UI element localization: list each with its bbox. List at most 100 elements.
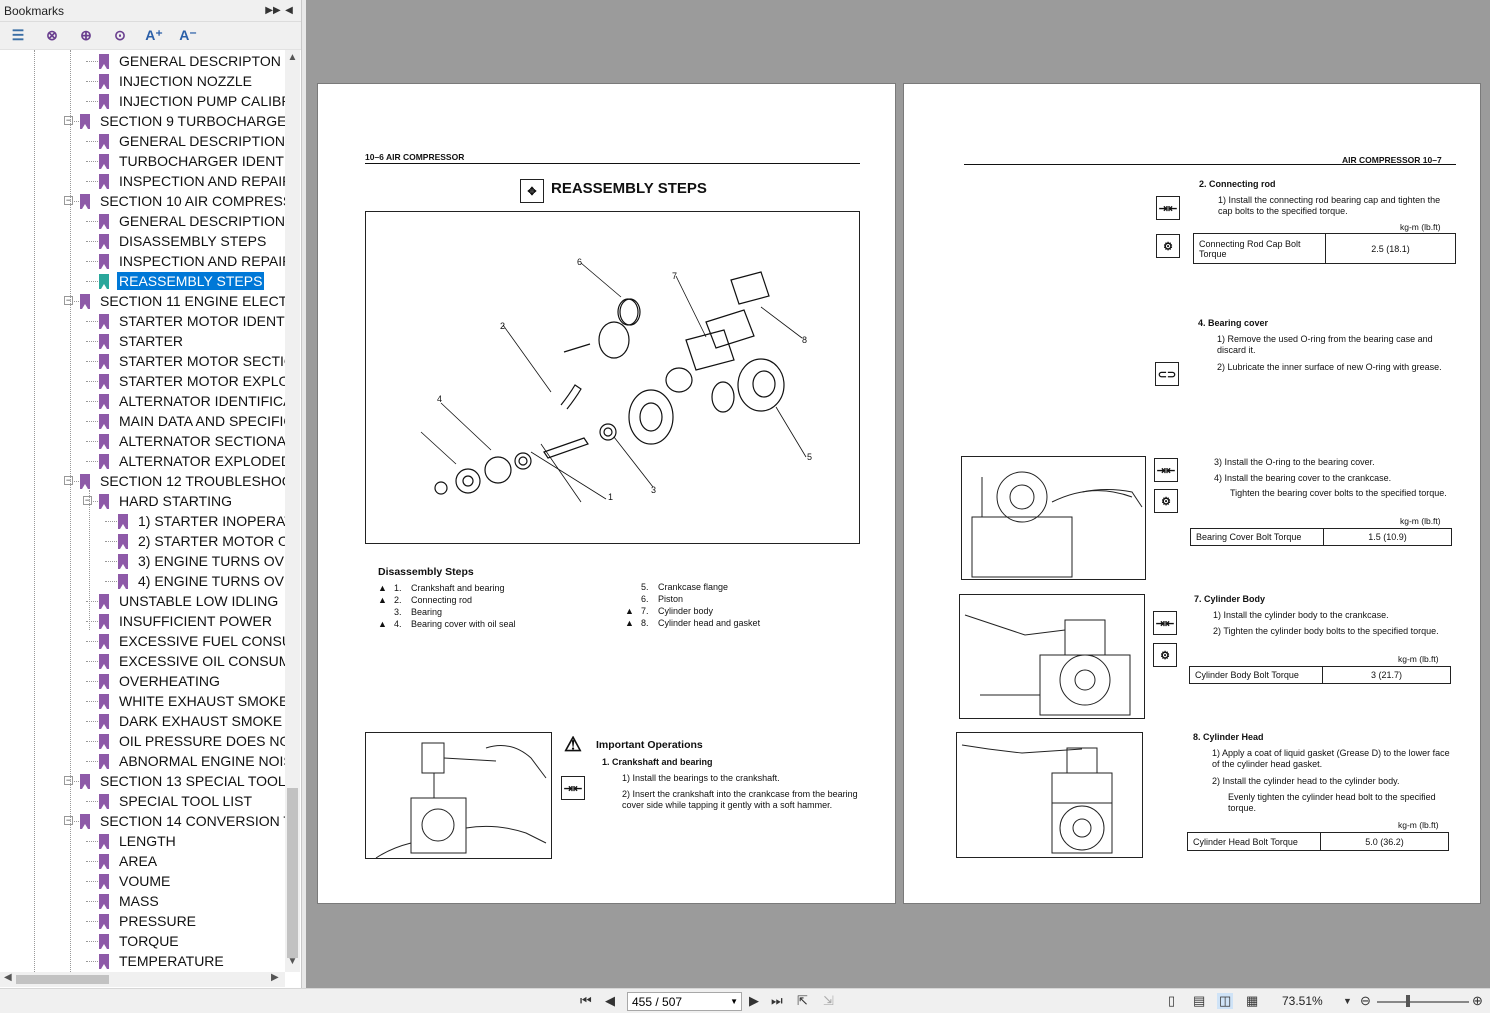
tree-connector [86, 421, 98, 422]
chevron-down-icon[interactable]: ▼ [730, 997, 738, 1006]
decrease-text-size-icon[interactable]: A⁻ [178, 26, 198, 46]
increase-text-size-icon[interactable]: A⁺ [144, 26, 164, 46]
bookmark-item[interactable]: EXCESSIVE OIL CONSUMPT [0, 651, 285, 671]
collapse-toggle-icon[interactable]: − [64, 196, 73, 205]
tree-connector [86, 401, 98, 402]
collapse-toggle-icon[interactable]: − [64, 816, 73, 825]
bookmark-item[interactable]: INSPECTION AND REPAIR [0, 171, 285, 191]
bookmark-item[interactable]: WHITE EXHAUST SMOKE [0, 691, 285, 711]
bookmark-label: VOUME [119, 873, 171, 889]
bookmark-item[interactable]: 1) STARTER INOPERATI [0, 511, 285, 531]
bookmark-item[interactable]: STARTER MOTOR EXPLOD [0, 371, 285, 391]
two-page-continuous-icon[interactable]: ▦ [1246, 993, 1258, 1009]
vertical-scroll-thumb[interactable] [287, 788, 298, 958]
bookmark-item[interactable]: LENGTH [0, 831, 285, 851]
bookmark-item[interactable]: INJECTION PUMP CALIBRAT [0, 91, 285, 111]
bookmarks-header: Bookmarks ▶▶ ◀ [0, 0, 301, 22]
bookmark-icon [99, 733, 109, 749]
bookmarks-vertical-scrollbar[interactable]: ▲ ▼ [285, 50, 300, 972]
bookmark-item[interactable]: INSUFFICIENT POWER [0, 611, 285, 631]
next-view-icon[interactable]: ⇲ [823, 993, 834, 1009]
delete-bookmark-icon[interactable]: ⊗ [42, 26, 62, 46]
bookmark-item[interactable]: − SECTION 13 SPECIAL TOOL LI [0, 771, 285, 791]
bookmark-item[interactable]: TURBOCHARGER IDENTIFI [0, 151, 285, 171]
bookmark-item[interactable]: DARK EXHAUST SMOKE [0, 711, 285, 731]
bookmark-item[interactable]: DISASSEMBLY STEPS [0, 231, 285, 251]
horizontal-scroll-thumb[interactable] [16, 975, 109, 984]
zoom-slider-thumb[interactable] [1406, 995, 1410, 1007]
bookmark-item[interactable]: − SECTION 10 AIR COMPRESSO [0, 191, 285, 211]
hide-panel-icon[interactable]: ◀ [281, 5, 297, 16]
first-page-icon[interactable]: ⏮ [580, 993, 592, 1009]
bookmark-item[interactable]: AREA [0, 851, 285, 871]
bookmark-item[interactable]: UNSTABLE LOW IDLING [0, 591, 285, 611]
bookmark-label: TURBOCHARGER IDENTIFI [119, 153, 285, 169]
bookmark-item[interactable]: GENERAL DESCRIPTION [0, 131, 285, 151]
zoom-out-icon[interactable]: ⊖ [1360, 993, 1371, 1009]
previous-view-icon[interactable]: ⇱ [797, 993, 808, 1009]
bookmark-item[interactable]: VOUME [0, 871, 285, 891]
collapse-toggle-icon[interactable]: − [83, 496, 92, 505]
zoom-dropdown-icon[interactable]: ▼ [1343, 996, 1352, 1006]
bookmark-item[interactable]: ALTERNATOR IDENTIFICAT [0, 391, 285, 411]
bookmark-item[interactable]: − SECTION 11 ENGINE ELECTRI [0, 291, 285, 311]
continuous-page-icon[interactable]: ▤ [1193, 993, 1205, 1009]
bookmark-options-icon[interactable]: ☰ [8, 26, 28, 46]
bookmarks-horizontal-scrollbar[interactable]: ◀ ▶ [0, 972, 285, 987]
bookmark-item[interactable]: INJECTION NOZZLE [0, 71, 285, 91]
bookmark-icon [99, 933, 109, 949]
tree-connector [86, 141, 98, 142]
tree-connector [105, 561, 117, 562]
scroll-down-icon[interactable]: ▼ [285, 956, 300, 967]
two-page-icon[interactable]: ◫ [1217, 993, 1234, 1009]
bookmark-item[interactable]: STARTER [0, 331, 285, 351]
collapse-toggle-icon[interactable]: − [64, 776, 73, 785]
bookmark-item[interactable]: SPECIAL TOOL LIST [0, 791, 285, 811]
bookmark-item[interactable]: ABNORMAL ENGINE NOISE [0, 751, 285, 771]
scroll-up-icon[interactable]: ▲ [285, 52, 300, 63]
bookmark-label: GENERAL DESCRIPTION [119, 133, 285, 149]
scroll-right-icon[interactable]: ▶ [271, 972, 279, 983]
bookmark-item[interactable]: GENERAL DESCRIPTION [0, 211, 285, 231]
previous-page-icon[interactable]: ◀ [605, 993, 615, 1009]
bookmark-item[interactable]: − SECTION 9 TURBOCHARGER [0, 111, 285, 131]
single-page-icon[interactable]: ▯ [1168, 993, 1175, 1009]
zoom-slider[interactable] [1377, 1001, 1469, 1003]
bookmark-item[interactable]: − HARD STARTING [0, 491, 285, 511]
next-page-icon[interactable]: ▶ [749, 993, 759, 1009]
bookmark-item[interactable]: ALTERNATOR SECTIONAL V [0, 431, 285, 451]
bookmark-item[interactable]: TEMPERATURE [0, 951, 285, 971]
bookmark-item[interactable]: OIL PRESSURE DOES NOT [0, 731, 285, 751]
add-bookmark-icon[interactable]: ⊕ [76, 26, 96, 46]
bookmark-item[interactable]: − SECTION 12 TROUBLESHOOT [0, 471, 285, 491]
bookmark-item[interactable]: MAIN DATA AND SPECIFICA [0, 411, 285, 431]
bookmark-item[interactable]: STARTER MOTOR SECTION [0, 351, 285, 371]
bookmark-item[interactable]: − SECTION 14 CONVERSION TA [0, 811, 285, 831]
bookmark-item[interactable]: ALTERNATOR EXPLODED V [0, 451, 285, 471]
bookmark-item[interactable]: INSPECTION AND REPAIR [0, 251, 285, 271]
bookmark-item[interactable]: STARTER MOTOR IDENTIFI [0, 311, 285, 331]
bookmark-item[interactable]: REASSEMBLY STEPS [0, 271, 285, 291]
page-number-field[interactable]: 455 / 507 ▼ [627, 992, 742, 1011]
collapse-toggle-icon[interactable]: − [64, 296, 73, 305]
collapse-toggle-icon[interactable]: − [64, 476, 73, 485]
bookmark-item[interactable]: GENERAL DESCRIPTON [0, 51, 285, 71]
zoom-in-icon[interactable]: ⊕ [1472, 993, 1483, 1009]
bookmark-item[interactable]: MASS [0, 891, 285, 911]
document-viewer[interactable]: 10–6 AIR COMPRESSOR ✥ REASSEMBLY STEPS 1… [306, 0, 1490, 988]
step-num: 5. [641, 582, 649, 592]
collapse-toggle-icon[interactable]: − [64, 116, 73, 125]
bookmark-item[interactable]: 4) ENGINE TURNS OVER [0, 571, 285, 591]
collapse-panel-icon[interactable]: ▶▶ [265, 5, 281, 16]
bookmark-item[interactable]: TORQUE [0, 931, 285, 951]
bookmark-item[interactable]: OVERHEATING [0, 671, 285, 691]
find-bookmark-icon[interactable]: ⊙ [110, 26, 130, 46]
bookmark-item[interactable]: 2) STARTER MOTOR OP [0, 531, 285, 551]
bookmark-item[interactable]: EXCESSIVE FUEL CONSUMI [0, 631, 285, 651]
scroll-left-icon[interactable]: ◀ [4, 972, 12, 983]
bookmark-item[interactable]: PRESSURE [0, 911, 285, 931]
bookmark-item[interactable]: 3) ENGINE TURNS OVER [0, 551, 285, 571]
page-left: 10–6 AIR COMPRESSOR ✥ REASSEMBLY STEPS 1… [317, 83, 896, 904]
last-page-icon[interactable]: ⏭ [771, 993, 783, 1009]
zoom-level[interactable]: 73.51% [1282, 994, 1323, 1008]
